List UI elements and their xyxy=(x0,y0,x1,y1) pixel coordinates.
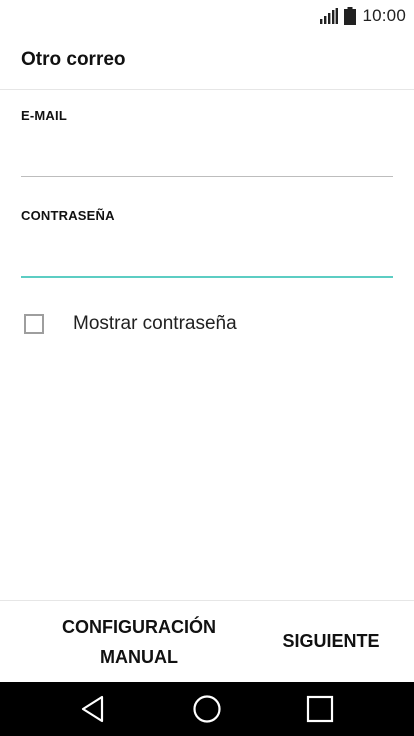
navigation-bar xyxy=(0,682,414,736)
status-bar: 10:00 xyxy=(0,0,414,34)
screen: 10:00 Otro correo E-MAIL CONTRASEÑA Most… xyxy=(0,0,414,736)
show-password-toggle[interactable]: Mostrar contraseña xyxy=(24,313,237,335)
page-title: Otro correo xyxy=(21,49,126,70)
manual-setup-label-line1: CONFIGURACIÓN xyxy=(62,617,216,637)
show-password-checkbox[interactable] xyxy=(24,314,44,334)
header-divider xyxy=(0,89,414,90)
password-field-underline xyxy=(21,276,393,278)
email-label: E-MAIL xyxy=(21,108,67,123)
next-button[interactable]: SIGUIENTE xyxy=(270,626,392,656)
home-icon xyxy=(193,695,221,723)
action-bar-divider xyxy=(0,600,414,601)
battery-icon xyxy=(344,7,357,25)
email-field[interactable] xyxy=(21,141,393,175)
status-icons: 10:00 xyxy=(320,5,406,27)
recents-icon xyxy=(306,695,334,723)
recents-button[interactable] xyxy=(304,694,336,724)
status-time: 10:00 xyxy=(362,6,406,25)
password-label: CONTRASEÑA xyxy=(21,208,115,223)
email-field-underline xyxy=(21,176,393,177)
signal-icon xyxy=(320,8,339,24)
password-field[interactable] xyxy=(21,241,393,275)
back-icon xyxy=(81,695,104,723)
manual-setup-button[interactable]: CONFIGURACIÓN MANUAL xyxy=(40,612,238,672)
show-password-label: Mostrar contraseña xyxy=(73,313,237,334)
back-button[interactable] xyxy=(78,694,110,724)
manual-setup-label-line2: MANUAL xyxy=(100,647,178,667)
home-button[interactable] xyxy=(191,694,223,724)
